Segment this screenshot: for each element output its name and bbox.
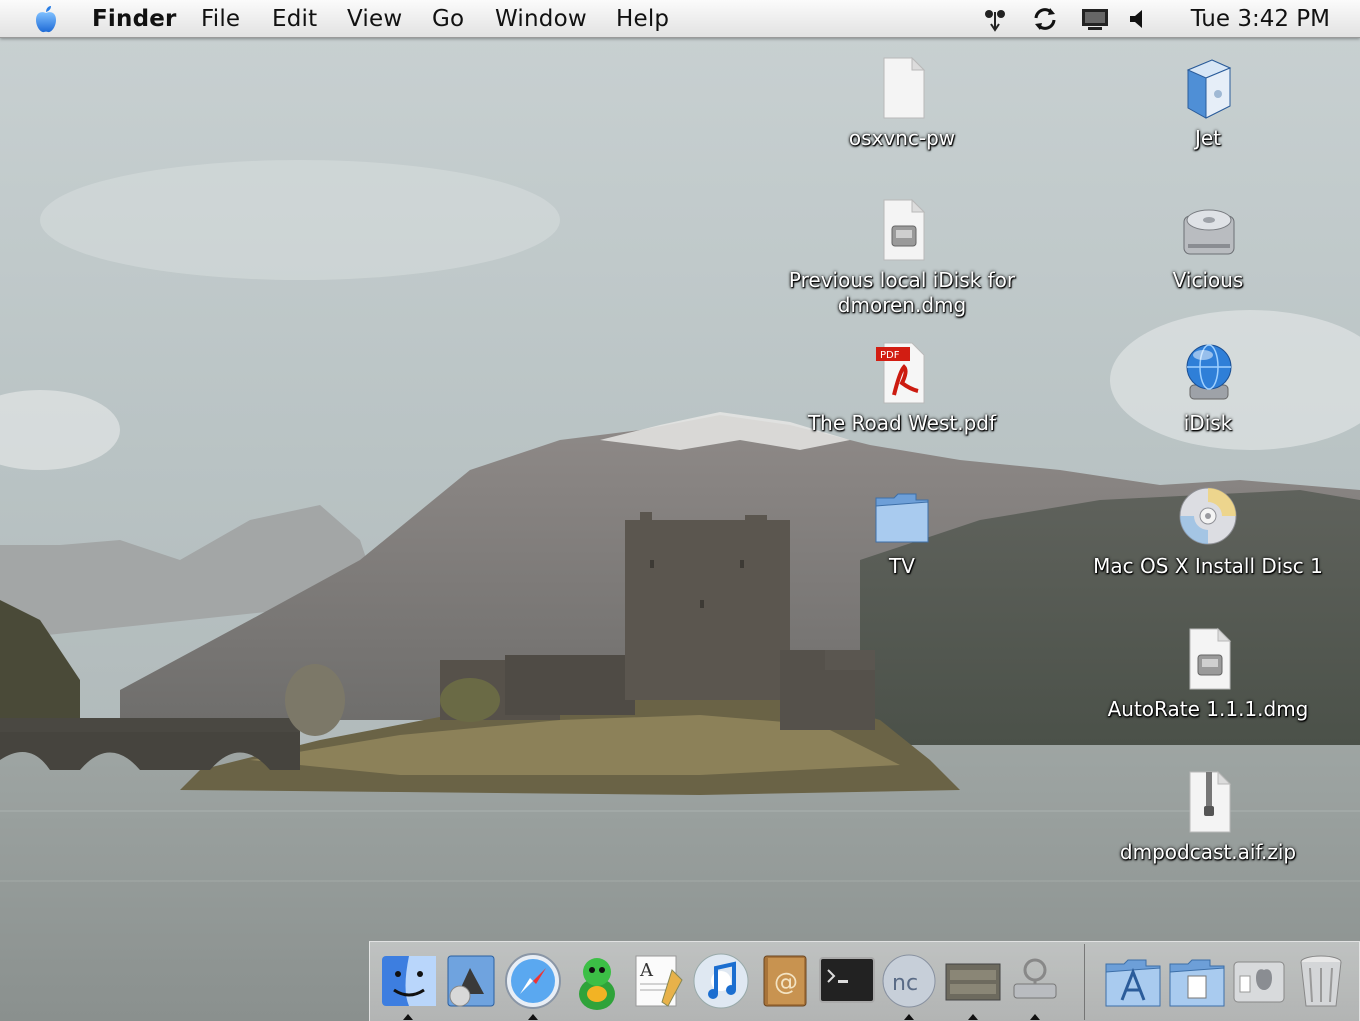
terminal-icon	[819, 957, 875, 1003]
svg-text:PDF: PDF	[880, 350, 900, 361]
desktop-icon-label: Jet	[1194, 126, 1222, 150]
zip-archive-icon	[1189, 770, 1232, 833]
wallpaper-image	[0, 0, 1360, 1021]
running-indicator	[904, 1014, 914, 1020]
dock-system-preferences[interactable]	[1228, 950, 1290, 1012]
system-preferences-icon	[1233, 961, 1285, 1003]
script-menu-icon[interactable]	[980, 4, 1010, 34]
volume-icon[interactable]	[1124, 4, 1154, 34]
dock-adium[interactable]	[566, 950, 628, 1012]
disk-image-icon	[883, 198, 926, 261]
running-indicator	[968, 1014, 978, 1020]
dock-network-utility[interactable]	[1004, 950, 1066, 1012]
adium-icon	[579, 958, 615, 1010]
dock-safari[interactable]	[502, 950, 564, 1012]
dock-ticker-app[interactable]	[942, 950, 1004, 1012]
address-book-icon: @	[763, 955, 807, 1007]
disk-image-icon	[1189, 627, 1232, 690]
hard-drive-icon	[1183, 209, 1235, 255]
desktop[interactable]: osxvnc-pw Jet Previous local iDisk for d…	[0, 0, 1360, 1021]
desktop-icon-label: Vicious	[1172, 268, 1244, 292]
dock-terminal[interactable]	[816, 950, 878, 1012]
desktop-icon-label: Mac OS X Install Disc 1	[1093, 554, 1323, 578]
ticker-app-icon	[945, 963, 1001, 1001]
svg-text:nc: nc	[892, 971, 918, 996]
apple-menu-icon[interactable]	[30, 3, 62, 35]
running-indicator	[403, 1014, 413, 1020]
sync-icon[interactable]	[1030, 4, 1060, 34]
trash-icon	[1300, 955, 1342, 1007]
menu-edit[interactable]: Edit	[272, 6, 317, 32]
finder-icon	[382, 956, 436, 1006]
dock-textedit[interactable]: A	[628, 950, 690, 1012]
display-icon[interactable]	[1080, 4, 1110, 34]
itunes-icon	[693, 953, 749, 1009]
desktop-icon-label: AutoRate 1.1.1.dmg	[1107, 697, 1309, 721]
folder-icon	[875, 493, 929, 543]
dock-applications-folder[interactable]	[1102, 950, 1164, 1012]
dock-itunes[interactable]	[690, 950, 752, 1012]
desktop-icon-label: iDisk	[1183, 411, 1233, 435]
desktop-icon-label: osxvnc-pw	[848, 126, 956, 150]
svg-text:A: A	[639, 960, 654, 981]
desktop-icon-label: dmpodcast.aif.zip	[1119, 840, 1297, 864]
idisk-icon	[1186, 344, 1232, 400]
network-utility-icon	[1013, 958, 1057, 999]
dock: A @ nc	[369, 941, 1360, 1021]
menu-file[interactable]: File	[201, 6, 240, 32]
desktop-icon-label: Previous local iDisk for dmoren.dmg	[788, 268, 1016, 317]
dock-documents-folder[interactable]	[1166, 950, 1228, 1012]
running-indicator	[528, 1014, 538, 1020]
mail-icon	[447, 955, 495, 1007]
menu-bar: Finder File Edit View Go Window Help Tue…	[0, 0, 1360, 38]
desktop-icon-label: The Road West.pdf	[807, 411, 997, 435]
menu-view[interactable]: View	[347, 6, 402, 32]
menu-go[interactable]: Go	[432, 6, 464, 32]
desktop-icon-label: TV	[889, 554, 915, 578]
textedit-icon: A	[635, 955, 683, 1007]
cd-disc-icon	[1179, 487, 1237, 545]
dock-finder[interactable]	[378, 950, 440, 1012]
document-icon	[883, 56, 926, 119]
documents-folder-icon	[1169, 959, 1225, 1007]
menu-finder[interactable]: Finder	[92, 6, 177, 32]
safari-icon	[505, 953, 561, 1009]
menu-window[interactable]: Window	[495, 6, 587, 32]
menu-clock[interactable]: Tue 3:42 PM	[1191, 6, 1330, 32]
dock-trash[interactable]	[1290, 950, 1352, 1012]
dock-netnewswire[interactable]: nc	[878, 950, 940, 1012]
dock-address-book[interactable]: @	[754, 950, 816, 1012]
netnewswire-icon: nc	[882, 954, 936, 1008]
applications-folder-icon	[1105, 959, 1161, 1007]
pdf-icon: PDF	[876, 342, 925, 404]
dock-separator	[1084, 944, 1085, 1020]
svg-text:@: @	[774, 968, 798, 996]
menu-help[interactable]: Help	[616, 6, 669, 32]
power-mac-g4-icon	[1186, 59, 1232, 119]
running-indicator	[1030, 1014, 1040, 1020]
dock-mail[interactable]	[440, 950, 502, 1012]
